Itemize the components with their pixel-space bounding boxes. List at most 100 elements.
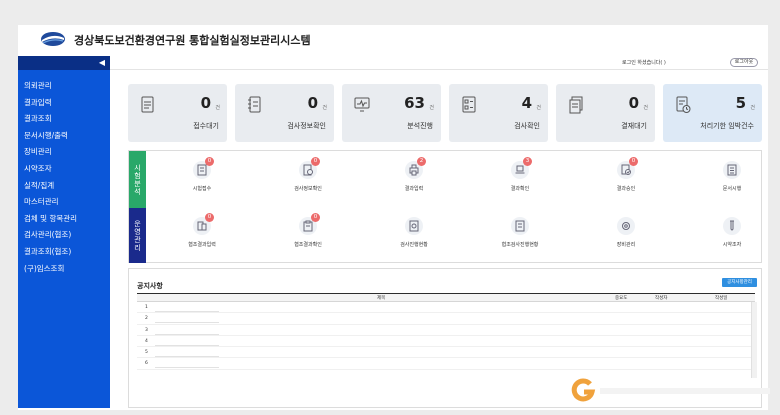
column-header[interactable]: 작성일 (715, 295, 727, 301)
count-badge: 0 (205, 213, 214, 222)
login-status: 로그인 하셨습니다( ) (622, 60, 666, 66)
card-value: 0 (628, 94, 639, 112)
tile-label: 장비관리 (616, 242, 636, 248)
sidebar-item[interactable]: (구)임스조회 (18, 261, 110, 278)
sidebar-item[interactable]: 마스터관리 (18, 194, 110, 211)
card-unit: 건 (643, 105, 648, 111)
table-row[interactable]: 3 (137, 325, 755, 336)
sidebar-item[interactable]: 시약조자 (18, 161, 110, 178)
row-number: 2 (145, 316, 148, 322)
tile-result-approve[interactable]: 0 결과승인 (591, 157, 661, 202)
tile-result-input[interactable]: 2 결과입력 (379, 157, 449, 202)
tile-label: 결과승인 (616, 186, 636, 192)
list-icon (723, 161, 741, 179)
table-cell (155, 303, 219, 312)
papers-icon (569, 96, 583, 114)
app-title: 경상북도보건환경연구원 통합실험실정보관리시스템 (74, 34, 311, 47)
clock-document-icon (676, 96, 691, 113)
sidebar-header: ◀ (18, 56, 110, 70)
tile-result-check[interactable]: 3 결과확인 (485, 157, 555, 202)
sidebar-item[interactable]: 결과조회(협조) (18, 244, 110, 261)
tile-label: 결과확인 (510, 186, 530, 192)
table-row[interactable]: 1 (137, 302, 755, 314)
count-badge: 3 (523, 157, 532, 166)
table-row[interactable]: 5 (137, 347, 755, 359)
tile-test-info-check[interactable]: 0 검사정보확인 (273, 157, 343, 202)
row-number: 1 (145, 305, 148, 310)
summary-card-deadline[interactable]: 5 건 처리기한 임박건수 (663, 84, 762, 142)
card-label: 검사정보확인 (287, 122, 326, 130)
summary-card-check[interactable]: 4 건 검사확인 (449, 84, 548, 142)
card-value: 0 (200, 94, 211, 112)
table-header: 제목 중요도 작성자 작성일 (137, 293, 755, 302)
monitor-icon (354, 97, 370, 112)
checklist-icon (462, 96, 476, 113)
summary-card-approval[interactable]: 0 건 결재대기 (556, 84, 655, 142)
top-bar: 로그인 하셨습니다( ) 로그아웃 (110, 56, 768, 70)
tile-label: 문서시행 (722, 186, 742, 192)
table-cell (155, 359, 219, 369)
card-label: 처리기한 임박건수 (700, 122, 754, 130)
tile-document-issue[interactable]: 문서시행 (697, 157, 767, 202)
document-icon (141, 96, 154, 113)
tile-label: 협조결과입력 (188, 242, 216, 248)
vertical-scrollbar[interactable] (751, 302, 757, 378)
count-badge: 0 (311, 157, 320, 166)
tab-test-analysis: 시험분석 (129, 151, 146, 208)
count-badge: 0 (205, 157, 214, 166)
notice-title: 공지사항 (137, 282, 163, 290)
sidebar-item[interactable]: 의뢰관리 (18, 78, 110, 95)
card-unit: 건 (215, 105, 220, 111)
sidebar-item[interactable]: 검사관리(협조) (18, 227, 110, 244)
tile-test-progress[interactable]: 검사진행현황 (379, 213, 449, 258)
sidebar-item[interactable]: 실적/집계 (18, 178, 110, 195)
card-unit: 건 (750, 105, 755, 111)
tile-label: 시약조자 (722, 242, 742, 248)
tile-coop-result-input[interactable]: 0 협조결과입력 (167, 213, 237, 258)
column-header[interactable]: 작성자 (655, 295, 667, 301)
card-value: 5 (735, 94, 746, 112)
table-row[interactable]: 4 (137, 336, 755, 348)
logo-icon (41, 32, 65, 46)
quick-menu-panel: 시험분석 운영관리 0 시험접수 0 검사정보확인 2 결과입력 3 결과확인 … (128, 150, 762, 263)
test-tube-icon (723, 217, 741, 235)
header: 경상북도보건환경연구원 통합실험실정보관리시스템 (18, 25, 768, 55)
column-header[interactable]: 중요도 (615, 295, 627, 301)
tile-coop-test-progress[interactable]: 협조검사진행현황 (485, 213, 555, 258)
table-row[interactable]: 2 (137, 313, 755, 325)
tile-label: 협조결과확인 (294, 242, 322, 248)
sidebar: ◀ 의뢰관리 결과입력 결과조회 문서시행/출력 장비관리 시약조자 실적/집계… (18, 56, 110, 408)
notice-board: 공지사항 공지사항관리 제목 중요도 작성자 작성일 1 2 3 4 5 6 (128, 268, 762, 408)
logout-button[interactable]: 로그아웃 (730, 58, 758, 67)
summary-cards: 0 건 접수대기 0 건 검사정보확인 63 건 분석진행 4 건 검사확인 0… (128, 84, 762, 142)
notice-manage-button[interactable]: 공지사항관리 (722, 278, 757, 287)
tile-coop-result-check[interactable]: 0 협조결과확인 (273, 213, 343, 258)
count-badge: 0 (629, 157, 638, 166)
collapse-arrow-icon[interactable]: ◀ (99, 58, 105, 68)
sidebar-item[interactable]: 장비관리 (18, 144, 110, 161)
report-icon (405, 217, 423, 235)
main-content: 0 건 접수대기 0 건 검사정보확인 63 건 분석진행 4 건 검사확인 0… (110, 71, 768, 408)
summary-card-receipt[interactable]: 0 건 접수대기 (128, 84, 227, 142)
card-label: 결재대기 (621, 122, 647, 130)
notice-table: 제목 중요도 작성자 작성일 1 2 3 4 5 6 (137, 293, 757, 378)
sidebar-item[interactable]: 결과조회 (18, 111, 110, 128)
tile-test-receipt[interactable]: 0 시험접수 (167, 157, 237, 202)
table-cell (155, 326, 219, 335)
summary-card-analysis[interactable]: 63 건 분석진행 (342, 84, 441, 142)
card-value: 63 (404, 94, 425, 112)
table-row[interactable]: 6 (137, 358, 755, 370)
column-header[interactable]: 제목 (377, 295, 385, 301)
summary-card-test-info[interactable]: 0 건 검사정보확인 (235, 84, 334, 142)
row-number: 6 (145, 361, 148, 367)
sidebar-item[interactable]: 결과입력 (18, 95, 110, 112)
tile-reagent[interactable]: 시약조자 (697, 213, 767, 258)
watermark-logo-icon (571, 378, 596, 402)
tile-equipment[interactable]: 장비관리 (591, 213, 661, 258)
sidebar-item[interactable]: 문서시행/출력 (18, 128, 110, 145)
sidebar-item[interactable]: 검체 및 항목관리 (18, 211, 110, 228)
card-label: 검사확인 (514, 122, 540, 130)
screen: 경상북도보건환경연구원 통합실험실정보관리시스템 ◀ 의뢰관리 결과입력 결과조… (0, 0, 780, 415)
card-value: 0 (307, 94, 318, 112)
card-label: 접수대기 (193, 122, 219, 130)
